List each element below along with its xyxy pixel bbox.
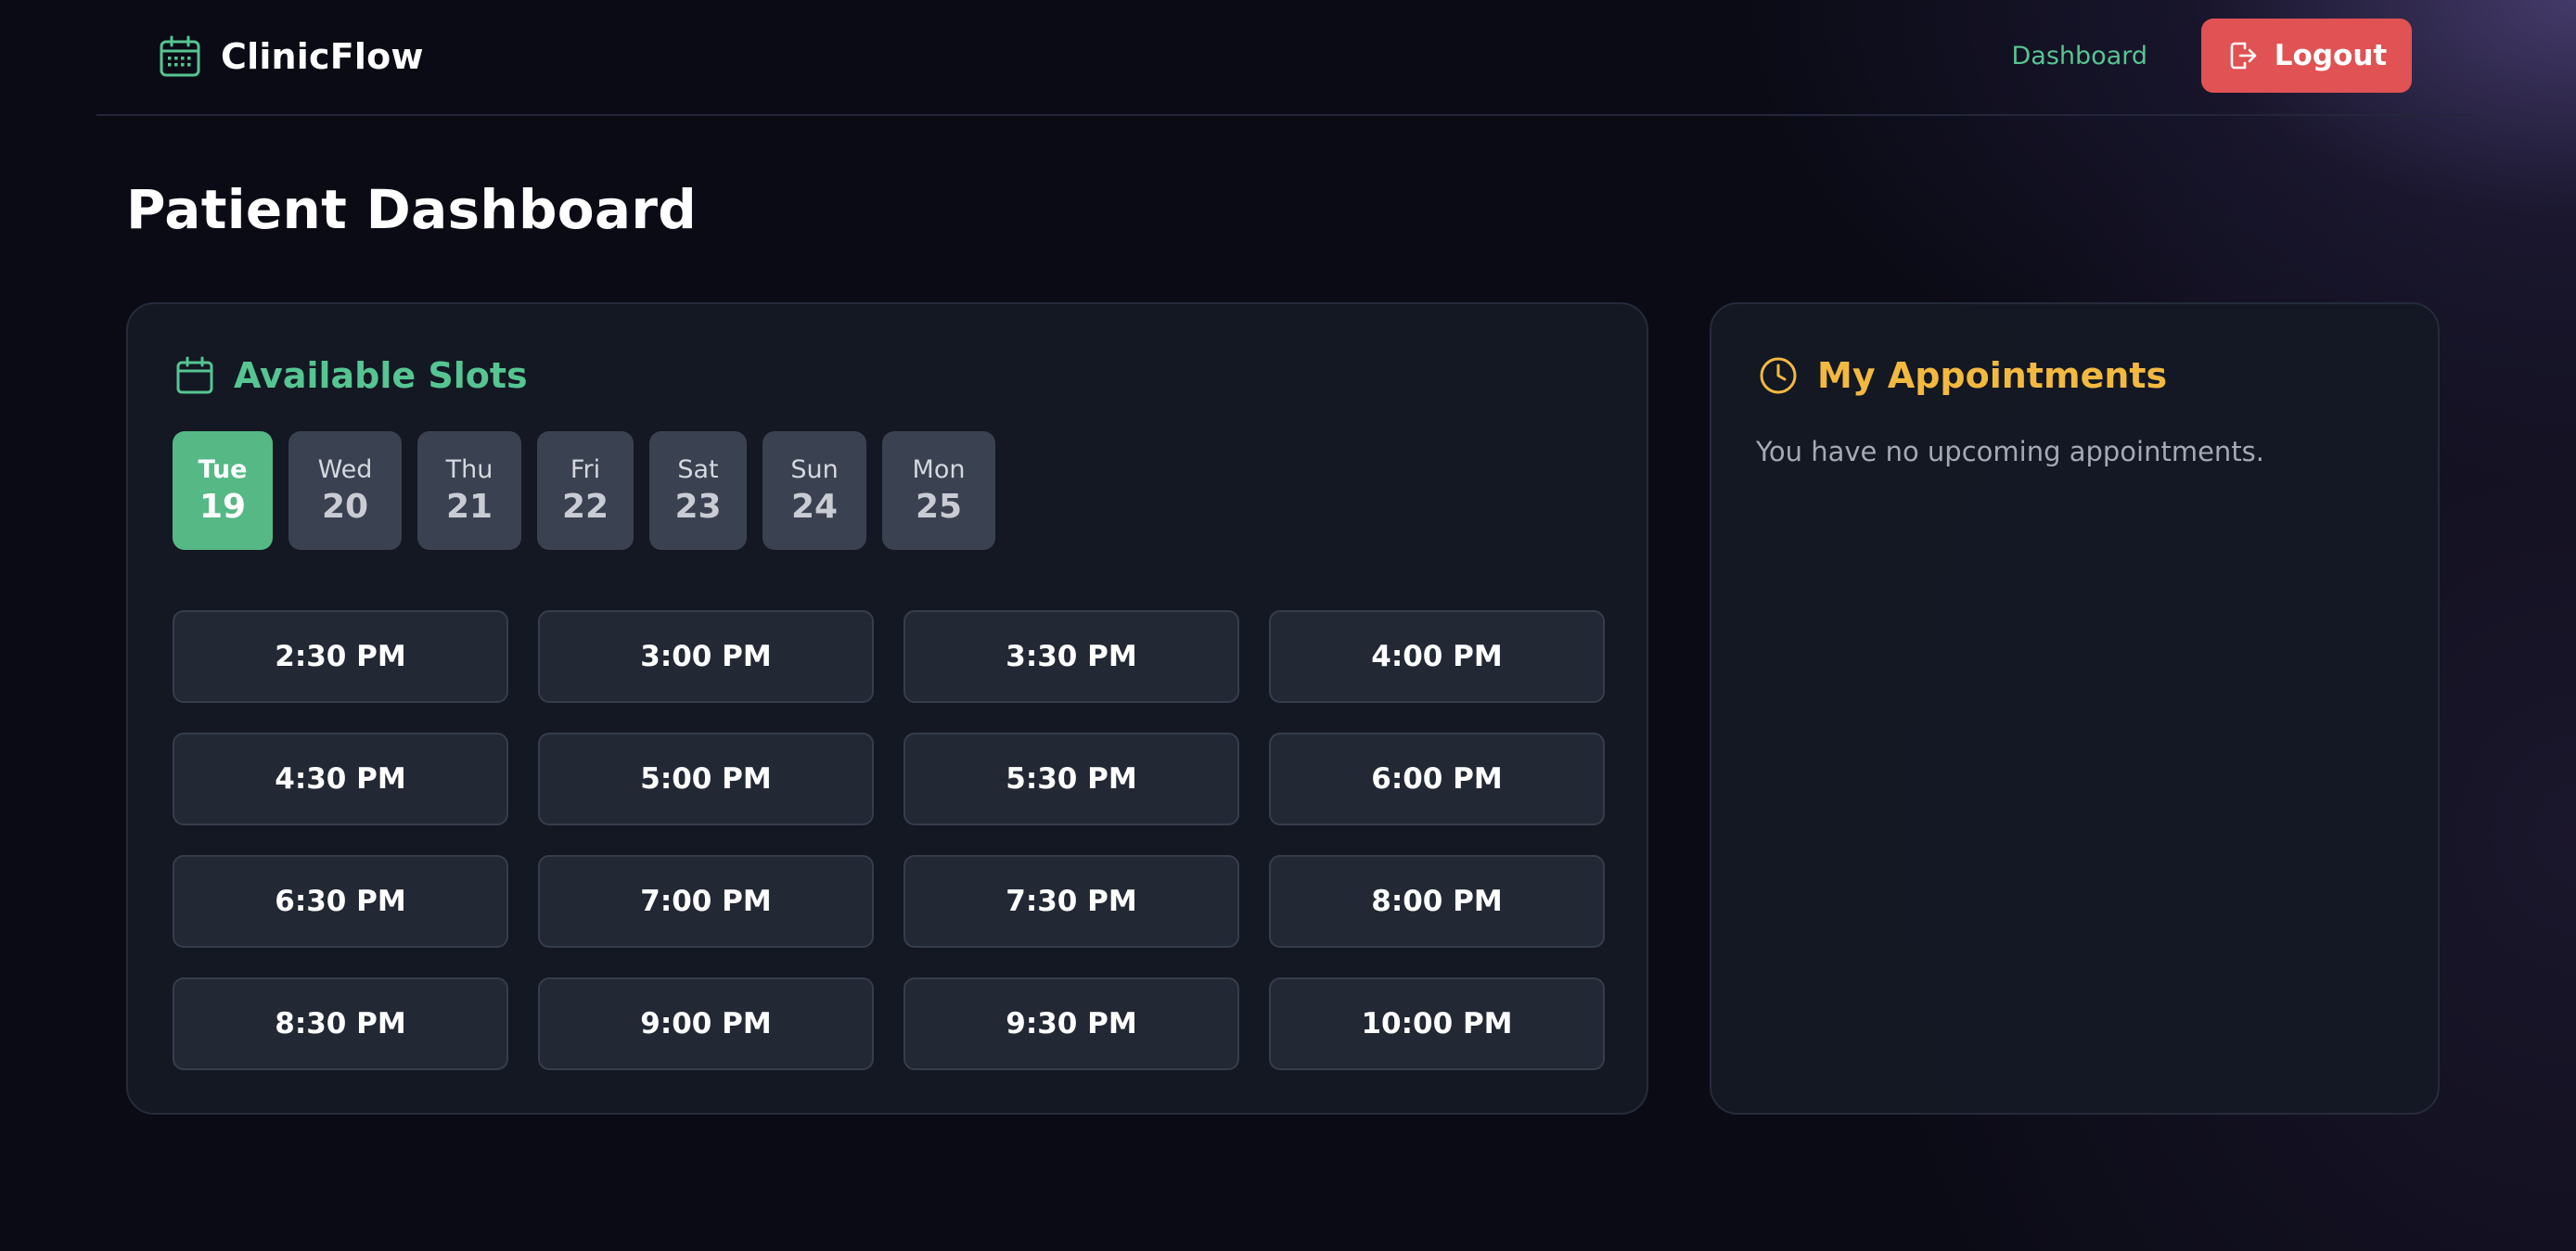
date-number-label: 21 [445,488,493,526]
available-slots-header: Available Slots [174,352,528,399]
no-appointments-message: You have no upcoming appointments. [1756,436,2265,467]
time-slot-button[interactable]: 8:00 PM [1269,855,1605,948]
date-pill[interactable]: Tue 19 [173,431,273,550]
date-number-label: 22 [561,488,609,526]
time-slot-grid: 2:30 PM 3:00 PM 3:30 PM 4:00 PM 4:30 PM 5:00 … [173,610,1605,1070]
date-pill[interactable]: Mon 25 [882,431,995,550]
clock-icon [1758,355,1799,396]
date-day-label: Fri [570,455,601,484]
date-selector: Tue 19 Wed 20 Thu 21 Fri 22 Sat 23 Sun 24 Mon 25 [173,431,995,550]
nav-actions: Dashboard Logout [2012,19,2412,93]
date-day-label: Thu [445,455,493,484]
date-number-label: 24 [790,488,839,526]
date-day-label: Sun [790,455,839,484]
available-slots-card: Available Slots Tue 19 Wed 20 Thu 21 Fri 22 Sat 2… [126,302,1648,1115]
time-slot-button[interactable]: 7:30 PM [904,855,1239,948]
time-slot-button[interactable]: 5:00 PM [538,733,874,825]
calendar-icon [158,34,202,79]
time-slot-button[interactable]: 8:30 PM [173,977,508,1070]
date-day-label: Mon [912,455,966,484]
time-slot-button[interactable]: 2:30 PM [173,610,508,703]
available-slots-title: Available Slots [234,355,528,396]
date-day-label: Wed [317,455,373,484]
date-pill[interactable]: Fri 22 [537,431,634,550]
navbar: ClinicFlow Dashboard Logout [96,0,2471,116]
time-slot-button[interactable]: 7:00 PM [538,855,874,948]
date-number-label: 23 [674,488,722,526]
time-slot-button[interactable]: 3:00 PM [538,610,874,703]
time-slot-button[interactable]: 9:00 PM [538,977,874,1070]
my-appointments-card: My Appointments You have no upcoming app… [1710,302,2440,1115]
time-slot-button[interactable]: 10:00 PM [1269,977,1605,1070]
time-slot-button[interactable]: 5:30 PM [904,733,1239,825]
time-slot-button[interactable]: 4:00 PM [1269,610,1605,703]
time-slot-button[interactable]: 3:30 PM [904,610,1239,703]
brand[interactable]: ClinicFlow [158,33,424,80]
time-slot-button[interactable]: 9:30 PM [904,977,1239,1070]
date-pill[interactable]: Sat 23 [649,431,747,550]
logout-label: Logout [2274,39,2388,72]
my-appointments-header: My Appointments [1758,352,2167,399]
time-slot-button[interactable]: 6:30 PM [173,855,508,948]
date-pill[interactable]: Thu 21 [417,431,521,550]
time-slot-button[interactable]: 4:30 PM [173,733,508,825]
page-title: Patient Dashboard [126,178,698,241]
my-appointments-title: My Appointments [1817,355,2168,396]
date-number-label: 20 [321,488,369,526]
date-number-label: 25 [915,488,963,526]
date-day-label: Tue [198,455,248,484]
time-slot-button[interactable]: 6:00 PM [1269,733,1605,825]
brand-name: ClinicFlow [221,36,424,77]
date-pill[interactable]: Sun 24 [763,431,866,550]
calendar-icon [174,355,215,396]
nav-link-dashboard[interactable]: Dashboard [2012,42,2147,70]
logout-icon [2226,39,2260,72]
date-day-label: Sat [677,455,719,484]
logout-button[interactable]: Logout [2201,19,2412,93]
date-pill[interactable]: Wed 20 [288,431,402,550]
date-number-label: 19 [199,488,247,526]
